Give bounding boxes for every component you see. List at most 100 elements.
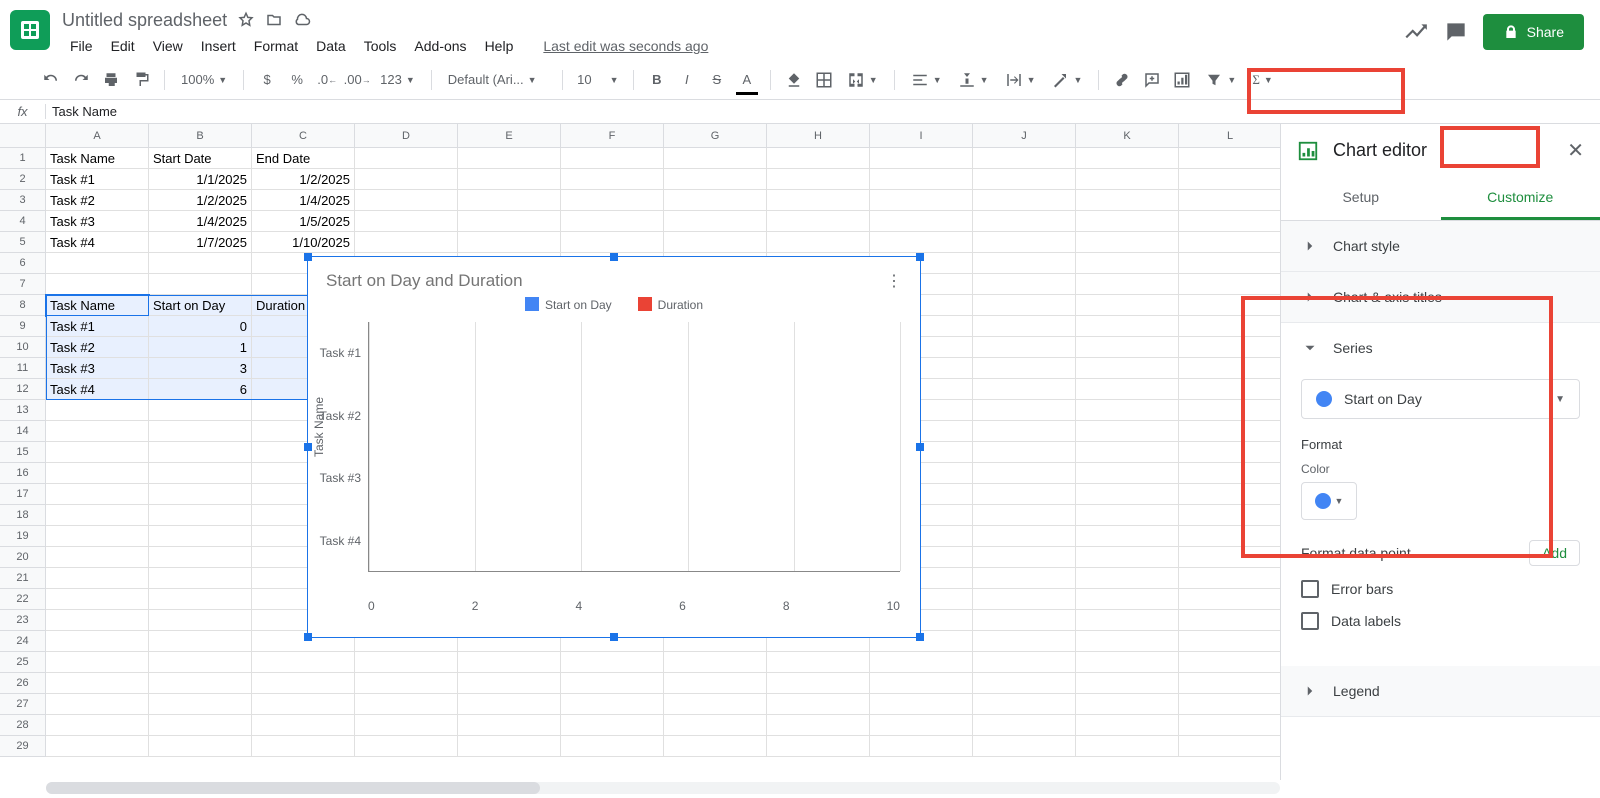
cell[interactable]: [458, 652, 561, 673]
cell[interactable]: [1179, 526, 1280, 547]
cell[interactable]: Task Name: [46, 295, 149, 316]
cell[interactable]: [973, 631, 1076, 652]
cell[interactable]: [46, 568, 149, 589]
cell[interactable]: [149, 694, 252, 715]
cell[interactable]: [355, 673, 458, 694]
cell[interactable]: [458, 715, 561, 736]
row-header[interactable]: 4: [0, 211, 46, 232]
row-header[interactable]: 21: [0, 568, 46, 589]
cell[interactable]: [46, 673, 149, 694]
move-icon[interactable]: [265, 11, 283, 29]
cell[interactable]: [355, 211, 458, 232]
link-button[interactable]: [1109, 67, 1135, 93]
cell[interactable]: [458, 673, 561, 694]
row-header[interactable]: 17: [0, 484, 46, 505]
cell[interactable]: Task #4: [46, 232, 149, 253]
cell[interactable]: [973, 484, 1076, 505]
cell[interactable]: [1179, 463, 1280, 484]
rotate-button[interactable]: ▼: [1045, 67, 1088, 93]
row-header[interactable]: 27: [0, 694, 46, 715]
cell[interactable]: 1/2/2025: [149, 190, 252, 211]
cell[interactable]: [1076, 610, 1179, 631]
cell[interactable]: [46, 715, 149, 736]
cell[interactable]: [1179, 400, 1280, 421]
cell[interactable]: [1179, 337, 1280, 358]
cell[interactable]: [561, 694, 664, 715]
section-series[interactable]: Series: [1281, 323, 1600, 373]
legend-item[interactable]: Start on Day: [525, 297, 612, 312]
cell[interactable]: [664, 169, 767, 190]
cell[interactable]: [149, 421, 252, 442]
cell[interactable]: [664, 190, 767, 211]
cell[interactable]: [973, 295, 1076, 316]
insert-comment-button[interactable]: [1139, 67, 1165, 93]
cell[interactable]: [252, 715, 355, 736]
cell[interactable]: [458, 736, 561, 757]
cell[interactable]: 1: [149, 337, 252, 358]
menu-addons[interactable]: Add-ons: [406, 34, 474, 58]
cell[interactable]: [46, 463, 149, 484]
menu-format[interactable]: Format: [246, 34, 306, 58]
cell[interactable]: Task #3: [46, 358, 149, 379]
cell[interactable]: [458, 694, 561, 715]
cell[interactable]: [149, 736, 252, 757]
tab-setup[interactable]: Setup: [1281, 177, 1441, 220]
cell[interactable]: 1/10/2025: [252, 232, 355, 253]
cell[interactable]: Task #2: [46, 337, 149, 358]
col-header[interactable]: L: [1179, 124, 1280, 148]
cell[interactable]: [973, 526, 1076, 547]
row-header[interactable]: 7: [0, 274, 46, 295]
menu-edit[interactable]: Edit: [103, 34, 143, 58]
cell[interactable]: [46, 610, 149, 631]
cell[interactable]: [973, 610, 1076, 631]
cell[interactable]: [561, 232, 664, 253]
cell[interactable]: [1076, 715, 1179, 736]
menu-file[interactable]: File: [62, 34, 101, 58]
cell[interactable]: [355, 190, 458, 211]
cell[interactable]: [46, 589, 149, 610]
cell[interactable]: [870, 694, 973, 715]
cell[interactable]: [1076, 694, 1179, 715]
undo-button[interactable]: [38, 67, 64, 93]
cell[interactable]: [1076, 274, 1179, 295]
cell[interactable]: [149, 568, 252, 589]
cell[interactable]: [1076, 736, 1179, 757]
last-edit-link[interactable]: Last edit was seconds ago: [535, 34, 716, 58]
cell[interactable]: [355, 652, 458, 673]
cell[interactable]: [973, 463, 1076, 484]
formula-input[interactable]: Task Name: [46, 104, 117, 119]
zoom-select[interactable]: 100%▼: [175, 67, 233, 93]
increase-decimal-button[interactable]: .00→: [344, 67, 370, 93]
cell[interactable]: [973, 673, 1076, 694]
cell[interactable]: 6: [149, 379, 252, 400]
col-header[interactable]: K: [1076, 124, 1179, 148]
row-header[interactable]: 20: [0, 547, 46, 568]
cell[interactable]: [46, 442, 149, 463]
merge-cells-button[interactable]: ▼: [841, 67, 884, 93]
cloud-icon[interactable]: [293, 11, 311, 29]
cell[interactable]: [1076, 232, 1179, 253]
cell[interactable]: [46, 274, 149, 295]
row-header[interactable]: 3: [0, 190, 46, 211]
functions-button[interactable]: Σ▼: [1246, 67, 1279, 93]
cell[interactable]: Task #2: [46, 190, 149, 211]
row-header[interactable]: 29: [0, 736, 46, 757]
cell[interactable]: [870, 190, 973, 211]
row-header[interactable]: 26: [0, 673, 46, 694]
star-icon[interactable]: [237, 11, 255, 29]
col-header[interactable]: J: [973, 124, 1076, 148]
cell[interactable]: [1179, 253, 1280, 274]
cell[interactable]: [664, 736, 767, 757]
cell[interactable]: [1179, 316, 1280, 337]
cell[interactable]: [1076, 673, 1179, 694]
menu-view[interactable]: View: [145, 34, 191, 58]
cell[interactable]: [973, 190, 1076, 211]
row-header[interactable]: 1: [0, 148, 46, 169]
cell[interactable]: [973, 148, 1076, 169]
cell[interactable]: [767, 715, 870, 736]
doc-title[interactable]: Untitled spreadsheet: [62, 10, 227, 31]
horizontal-scrollbar[interactable]: [46, 782, 1280, 794]
cell[interactable]: [46, 526, 149, 547]
fill-color-button[interactable]: [781, 67, 807, 93]
cell[interactable]: [1076, 505, 1179, 526]
